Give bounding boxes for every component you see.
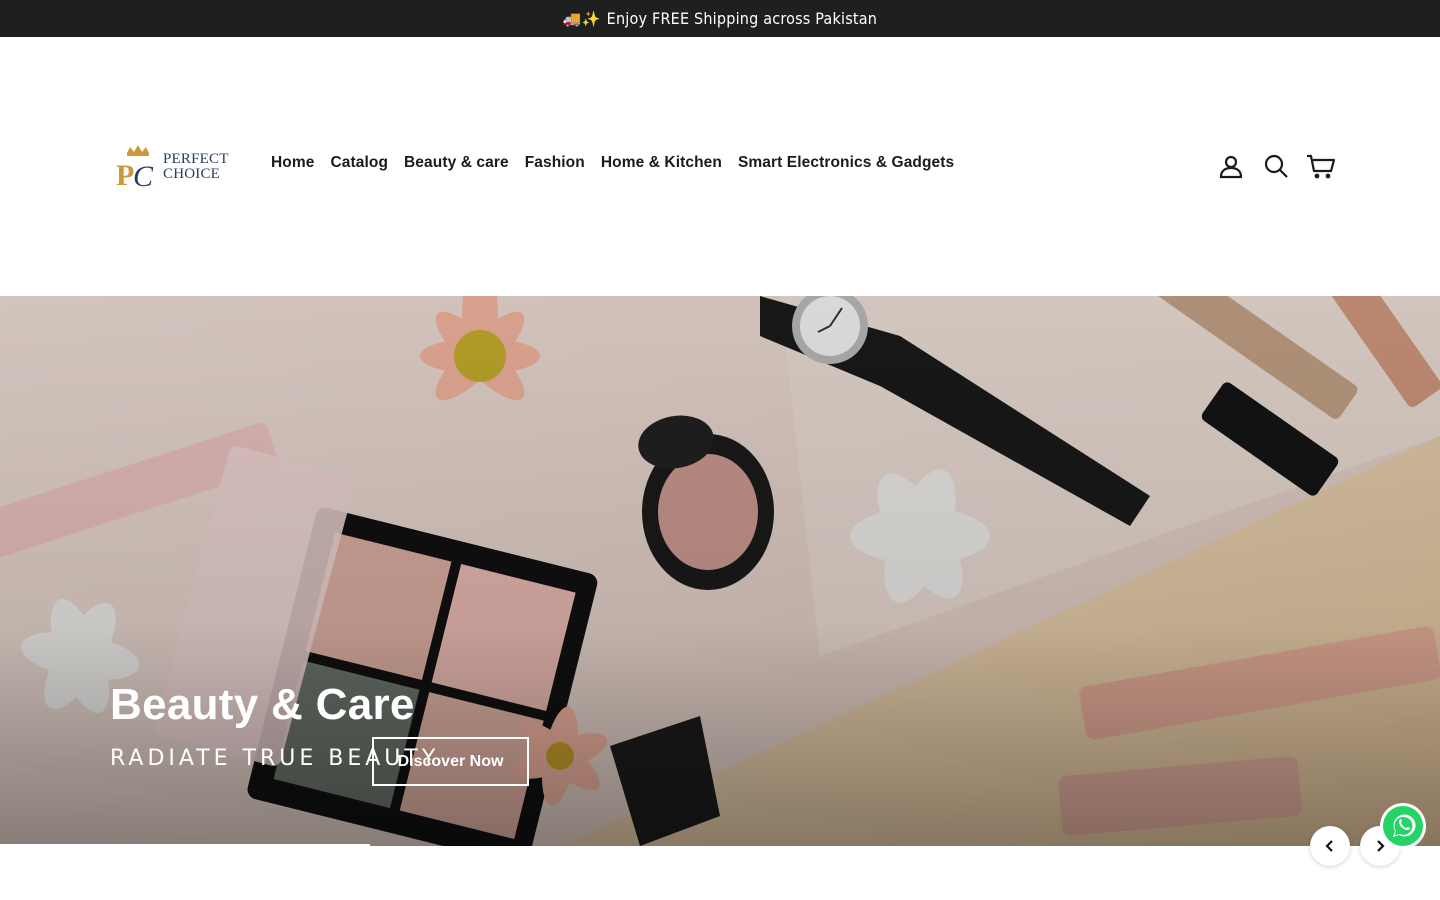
site-logo[interactable]: P C PERFECT CHOICE — [115, 143, 233, 191]
cart-button[interactable] — [1304, 149, 1338, 183]
logo-line-1: PERFECT — [163, 151, 229, 167]
hero-slideshow: Beauty & Care RADIATE TRUE BEAUTY Discov… — [0, 296, 1440, 846]
svg-text:P: P — [116, 159, 134, 191]
nav-item-beauty-care[interactable]: Beauty & care — [396, 150, 517, 176]
truck-sparkle-emoji: 🚚✨ — [562, 9, 601, 28]
nav-item-electronics[interactable]: Smart Electronics & Gadgets — [730, 150, 962, 176]
whatsapp-icon — [1380, 803, 1426, 849]
logo-mark-icon: P C — [116, 145, 154, 191]
announcement-text: Enjoy FREE Shipping across Pakistan — [606, 9, 878, 28]
slide-prev-button[interactable] — [1310, 826, 1350, 866]
search-button[interactable] — [1259, 149, 1293, 183]
nav-item-home-kitchen[interactable]: Home & Kitchen — [593, 150, 730, 176]
account-button[interactable] — [1214, 149, 1248, 183]
nav-item-fashion[interactable]: Fashion — [517, 150, 593, 176]
svg-text:C: C — [133, 160, 154, 191]
site-header: P C PERFECT CHOICE Home Catalog Beauty &… — [0, 37, 1440, 296]
nav-item-home[interactable]: Home — [263, 150, 322, 176]
cart-icon — [1307, 154, 1336, 179]
logo-line-2: CHOICE — [163, 166, 221, 182]
nav-item-catalog[interactable]: Catalog — [322, 150, 396, 176]
logo-wordmark: PERFECT CHOICE — [163, 152, 229, 182]
search-icon — [1264, 154, 1288, 178]
account-icon — [1219, 155, 1243, 179]
whatsapp-chat-button[interactable] — [1379, 802, 1427, 850]
hero-title: Beauty & Care — [110, 680, 415, 729]
slide-progress-bar — [0, 844, 370, 846]
chevron-left-icon — [1325, 840, 1333, 852]
announcement-bar: 🚚✨ Enjoy FREE Shipping across Pakistan — [0, 0, 1440, 37]
discover-now-button[interactable]: Discover Now — [372, 737, 529, 786]
header-icons — [1214, 149, 1338, 183]
main-nav: Home Catalog Beauty & care Fashion Home … — [263, 150, 962, 176]
